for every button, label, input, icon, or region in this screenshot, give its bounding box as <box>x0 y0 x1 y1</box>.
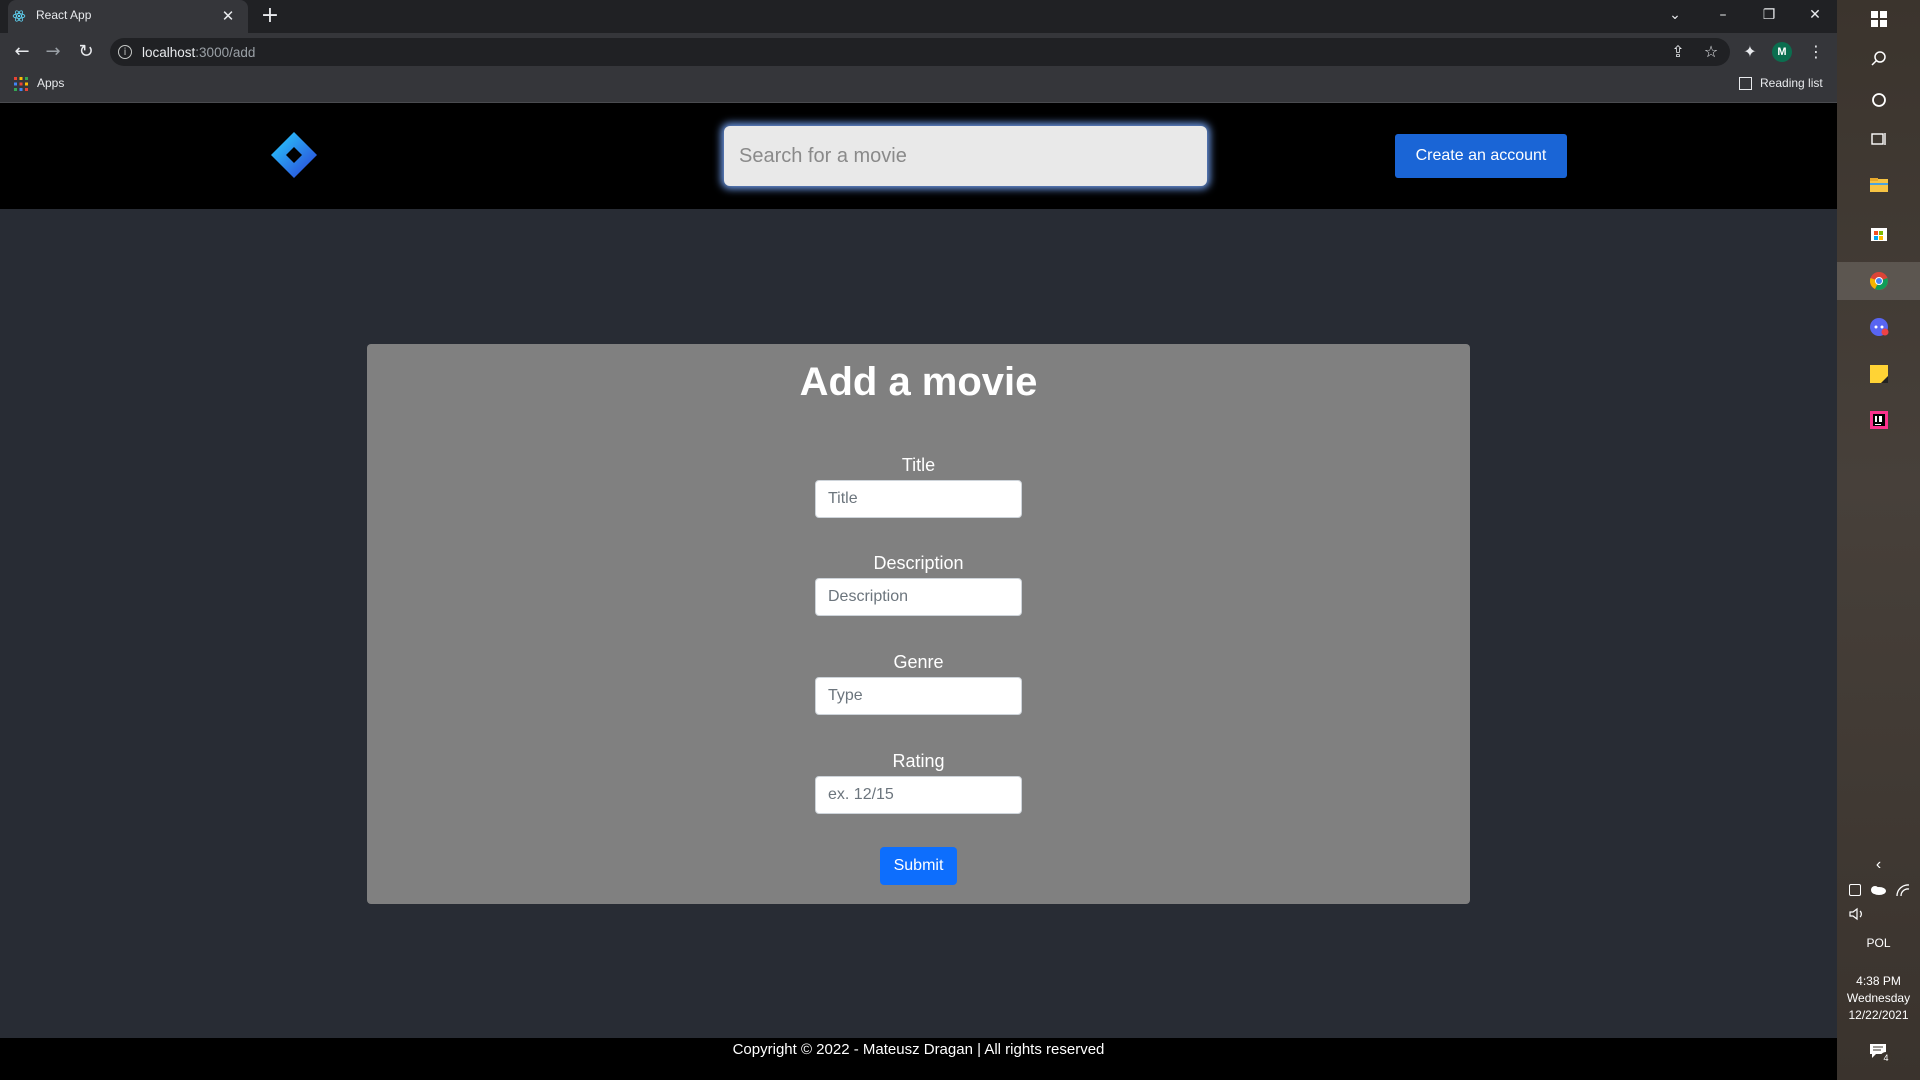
tab-search-icon[interactable]: ⌄ <box>1652 0 1698 33</box>
browser-menu-icon[interactable]: ⋮ <box>1804 40 1828 64</box>
reload-button[interactable]: ↻ <box>74 40 98 64</box>
genre-label: Genre <box>893 652 944 672</box>
forward-button[interactable]: → <box>41 40 65 64</box>
clock-time[interactable]: 4:38 PM <box>1837 974 1920 988</box>
site-info-icon[interactable]: i <box>118 45 132 59</box>
rating-input[interactable] <box>815 776 1022 814</box>
extensions-icon[interactable]: ✦ <box>1738 40 1762 64</box>
task-view-icon[interactable] <box>1868 128 1890 150</box>
reading-list-button[interactable]: Reading list <box>1760 76 1823 90</box>
page-title: Add a movie <box>799 360 1038 404</box>
react-favicon-icon <box>12 10 26 22</box>
back-button[interactable]: ← <box>10 40 34 64</box>
apps-grid-icon[interactable] <box>14 77 28 91</box>
volume-icon[interactable] <box>1849 907 1865 921</box>
address-bar[interactable] <box>110 38 1730 66</box>
battery-icon[interactable] <box>1849 884 1861 896</box>
title-label: Title <box>901 455 936 475</box>
intellij-icon[interactable] <box>1868 409 1890 431</box>
onedrive-icon[interactable] <box>1869 884 1887 896</box>
add-movie-panel <box>367 344 1470 904</box>
url-text[interactable]: localhost:3000/add <box>142 45 255 60</box>
tray-chevron-icon[interactable]: ‹ <box>1837 856 1920 874</box>
language-indicator[interactable]: POL <box>1837 936 1920 950</box>
apps-bookmark[interactable]: Apps <box>37 76 64 90</box>
notification-count-badge: 4 <box>1880 1052 1892 1064</box>
description-label: Description <box>873 553 964 573</box>
cortana-icon[interactable] <box>1868 89 1890 111</box>
tab-title: React App <box>36 8 92 22</box>
bookmarks-bar <box>0 70 1837 103</box>
wifi-icon[interactable] <box>1896 884 1910 896</box>
chrome-icon[interactable] <box>1868 270 1890 292</box>
minimize-button[interactable]: – <box>1700 0 1746 33</box>
file-explorer-icon[interactable] <box>1868 174 1890 196</box>
copyright-text: Copyright © 2022 - Mateusz Dragan | All … <box>732 1041 1105 1058</box>
share-icon[interactable]: ⇪ <box>1666 40 1690 64</box>
bookmark-star-icon[interactable]: ☆ <box>1699 40 1723 64</box>
reading-list-icon[interactable] <box>1739 77 1752 90</box>
store-icon[interactable] <box>1868 222 1890 244</box>
tab-close-icon[interactable]: ✕ <box>218 6 238 26</box>
title-input[interactable] <box>815 480 1022 518</box>
search-input[interactable] <box>724 126 1207 186</box>
windows-start-icon[interactable] <box>1868 8 1890 30</box>
discord-icon[interactable] <box>1868 316 1890 338</box>
sticky-notes-icon[interactable] <box>1868 363 1890 385</box>
rating-label: Rating <box>892 751 945 771</box>
clock-date[interactable]: 12/22/2021 <box>1837 1008 1920 1022</box>
clock-day[interactable]: Wednesday <box>1837 991 1920 1005</box>
restore-button[interactable]: ❐ <box>1746 0 1792 33</box>
submit-button[interactable]: Submit <box>880 847 957 885</box>
search-icon[interactable] <box>1868 48 1890 70</box>
profile-avatar[interactable]: M <box>1772 42 1792 62</box>
genre-input[interactable] <box>815 677 1022 715</box>
description-input[interactable] <box>815 578 1022 616</box>
create-account-button[interactable]: Create an account <box>1395 134 1567 178</box>
close-window-button[interactable]: ✕ <box>1792 0 1838 33</box>
new-tab-button[interactable]: + <box>258 4 282 28</box>
app-logo-icon[interactable] <box>270 131 318 179</box>
